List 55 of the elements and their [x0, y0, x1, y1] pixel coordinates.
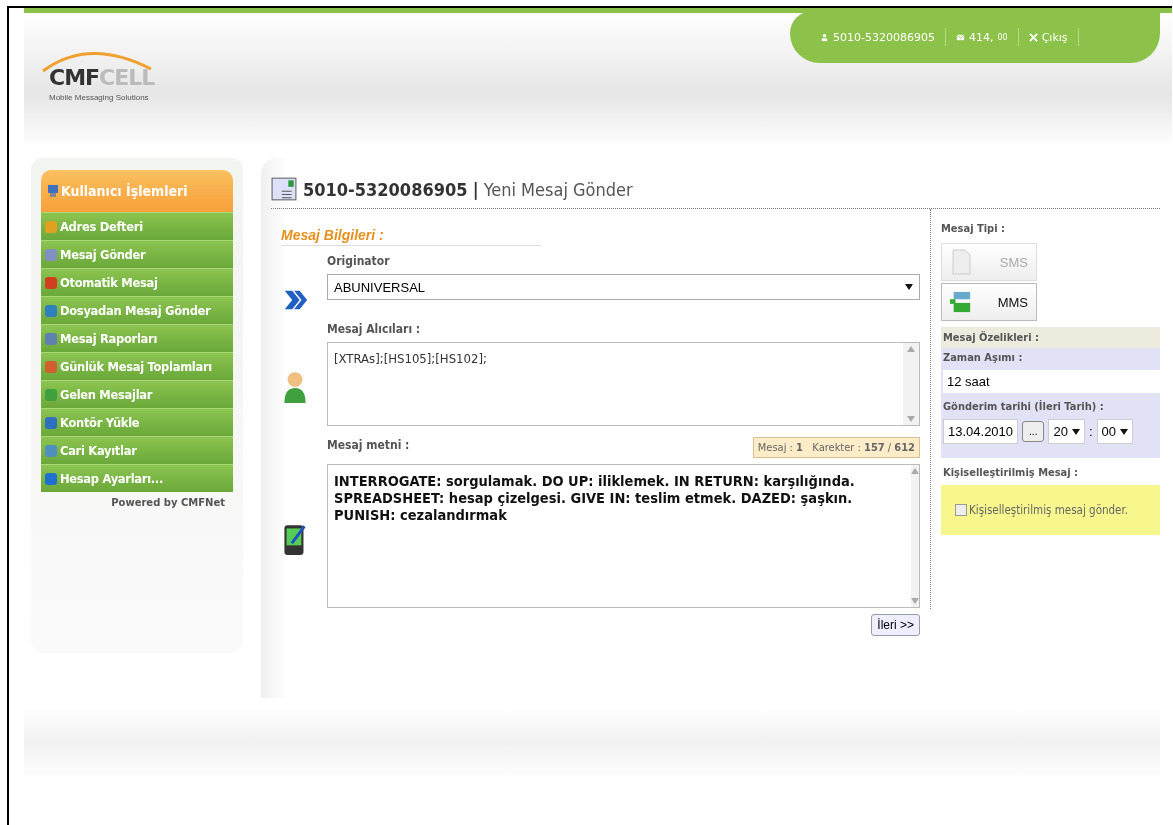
scrollbar[interactable] — [911, 465, 919, 607]
scrollbar[interactable] — [903, 343, 919, 425]
person-icon — [281, 369, 309, 405]
sidebar-item[interactable]: Cari Kayıtlar — [41, 436, 233, 464]
sidebar-item[interactable]: Hesap Ayarları... — [41, 464, 233, 492]
sidebar-item[interactable]: Günlük Mesaj Toplamları — [41, 352, 233, 380]
date-field[interactable]: 13.04.2010 — [943, 419, 1019, 444]
sidebar-item[interactable]: Dosyadan Mesaj Gönder — [41, 296, 233, 324]
user-icon — [820, 32, 829, 42]
field-label: Mesaj Tipi : — [941, 221, 1006, 237]
originator-dropdown[interactable]: ABUNIVERSAL — [327, 274, 920, 300]
close-icon — [1028, 32, 1038, 42]
hour-dropdown[interactable]: 20 — [1048, 419, 1085, 444]
message-field[interactable]: INTERROGATE: sorgulamak. DO UP: iliklemek. IN RETURN: karşılığında. SPREADSHEET: hesap çizelgesi. GIVE IN: teslim etmek. DAZED: şaşkın. PUNISH: cezalandırmak — [327, 464, 920, 608]
scroll-up-icon[interactable] — [911, 468, 919, 474]
sidebar-item[interactable]: Adres Defteri — [41, 212, 233, 240]
date-picker-button[interactable]: ... — [1022, 421, 1045, 442]
time-separator: : — [1088, 424, 1093, 439]
sidebar-item[interactable]: Mesaj Raporları — [41, 324, 233, 352]
sidebar-item[interactable]: Mesaj Gönder — [41, 240, 233, 268]
sidebar-item[interactable]: Gelen Mesajlar — [41, 380, 233, 408]
field-label: Mesaj Alıcıları : — [327, 321, 422, 338]
field-label: Mesaj metni : — [327, 437, 410, 454]
recipients-field[interactable]: [XTRAs];[HS105];[HS102]; — [327, 342, 920, 426]
minute-dropdown[interactable]: 00 — [1096, 419, 1133, 444]
scroll-down-icon[interactable] — [907, 416, 915, 422]
envelope-icon — [955, 32, 965, 42]
scroll-down-icon[interactable] — [911, 598, 919, 604]
section-title: Mesaj Bilgileri : — [281, 227, 541, 246]
scroll-up-icon[interactable] — [907, 346, 915, 352]
document-icon — [950, 249, 972, 275]
field-label: Originator — [327, 253, 391, 270]
computer-icon — [47, 184, 59, 198]
timeout-field[interactable]: 12 saat — [943, 370, 1160, 393]
field-label: Zaman Aşımı : — [943, 350, 1024, 366]
page-title: 5010-5320086905 | Yeni Mesaj Gönder — [303, 178, 633, 200]
balance-text: 414,$^{00}$ — [955, 30, 1008, 44]
character-counter: Mesaj : 1 Karekter : 157 / 612 — [752, 437, 920, 458]
message-type-button[interactable]: SMS — [941, 243, 1037, 281]
message-type-button[interactable]: MMS — [941, 283, 1037, 321]
image-icon — [950, 289, 972, 315]
dropdown-arrow-icon — [1071, 428, 1080, 435]
envelope-icon — [271, 176, 297, 202]
next-button[interactable]: İleri >> — [871, 614, 920, 636]
dropdown-arrow-icon — [905, 284, 913, 290]
sidebar-item[interactable]: Kontör Yükle — [41, 408, 233, 436]
field-label: Kişiselleştirilmiş Mesaj : — [942, 465, 1080, 481]
sidebar-item[interactable]: Otomatik Mesaj — [41, 268, 233, 296]
account-link[interactable]: 5010-5320086905 — [820, 30, 935, 44]
powered-by-text: Powered by CMFNet — [110, 496, 226, 508]
properties-header: Mesaj Özelikleri : — [941, 327, 1160, 348]
logout-link[interactable]: Çıkış — [1028, 30, 1068, 44]
sidebar-title: Kullanıcı İşlemleri — [41, 170, 233, 212]
field-label: Gönderim tarihi (İleri Tarih) : — [943, 399, 1105, 415]
dropdown-arrow-icon — [1120, 428, 1128, 435]
